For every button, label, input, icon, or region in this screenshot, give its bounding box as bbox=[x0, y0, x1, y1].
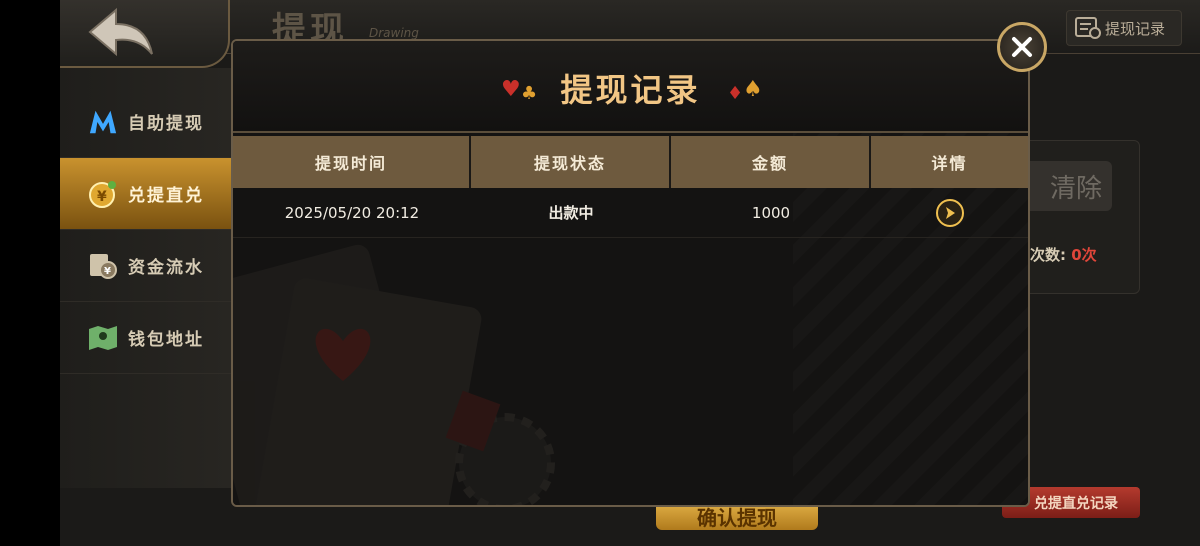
count-value: 0次 bbox=[1071, 246, 1097, 264]
sidebar: 自助提现 ¥ 兑提直兑 ¥ 资金流水 钱包地址 bbox=[60, 68, 232, 488]
count-label: 次数: bbox=[1030, 246, 1066, 264]
coin-icon: ¥ bbox=[88, 179, 118, 209]
withdraw-record-button[interactable]: 提现记录 bbox=[1066, 10, 1182, 46]
sidebar-item-label: 兑提直兑 bbox=[128, 186, 204, 206]
table-header: 提现时间 提现状态 金额 详情 bbox=[233, 136, 1028, 188]
row-status: 出款中 bbox=[548, 204, 594, 222]
withdraw-record-label: 提现记录 bbox=[1105, 19, 1166, 38]
spade-icon: ♠ bbox=[743, 77, 763, 102]
page-subtitle: Drawing bbox=[369, 26, 419, 40]
withdraw-record-modal: ♥ ♣ 提现记录 ♦ ♠ 提现时间 提现状态 金额 详情 2025/05/20 … bbox=[231, 39, 1030, 507]
clear-button[interactable]: 清除 bbox=[1020, 161, 1112, 211]
back-button[interactable] bbox=[60, 0, 230, 68]
svg-text:¥: ¥ bbox=[104, 266, 113, 277]
close-modal-button[interactable] bbox=[997, 22, 1047, 72]
sidebar-item-self-withdraw[interactable]: 自助提现 bbox=[60, 86, 232, 158]
map-icon bbox=[88, 323, 118, 353]
row-detail-cell bbox=[871, 188, 1028, 237]
column-header-detail: 详情 bbox=[871, 136, 1028, 188]
close-icon bbox=[1012, 37, 1032, 57]
ledger-icon: ¥ bbox=[88, 251, 118, 281]
column-header-status: 提现状态 bbox=[471, 136, 671, 188]
m-logo-icon bbox=[88, 107, 118, 137]
diamond-icon: ♦ bbox=[727, 83, 744, 104]
sidebar-item-label: 自助提现 bbox=[128, 114, 204, 134]
sidebar-item-fund-flow[interactable]: ¥ 资金流水 bbox=[60, 230, 232, 302]
record-list-icon bbox=[1075, 17, 1101, 39]
withdraw-record-table: 提现时间 提现状态 金额 详情 2025/05/20 20:12 出款中 100… bbox=[233, 136, 1028, 238]
table-row: 2025/05/20 20:12 出款中 1000 bbox=[233, 188, 1028, 238]
sidebar-item-label: 资金流水 bbox=[128, 258, 204, 278]
svg-text:¥: ¥ bbox=[97, 189, 109, 205]
sidebar-item-wallet-address[interactable]: 钱包地址 bbox=[60, 302, 232, 374]
back-arrow-icon bbox=[88, 7, 153, 57]
row-time: 2025/05/20 20:12 bbox=[284, 203, 420, 222]
column-header-amount: 金额 bbox=[671, 136, 871, 188]
arrow-right-icon[interactable] bbox=[935, 198, 964, 227]
column-header-time: 提现时间 bbox=[233, 136, 471, 188]
sidebar-item-label: 钱包地址 bbox=[128, 330, 204, 350]
row-amount: 1000 bbox=[751, 203, 791, 222]
modal-title: 提现记录 bbox=[560, 71, 701, 109]
modal-header: ♥ ♣ 提现记录 ♦ ♠ bbox=[233, 41, 1028, 133]
sidebar-item-direct-exchange[interactable]: ¥ 兑提直兑 bbox=[60, 158, 232, 230]
withdraw-count: 次数: 0次 bbox=[1030, 244, 1097, 265]
